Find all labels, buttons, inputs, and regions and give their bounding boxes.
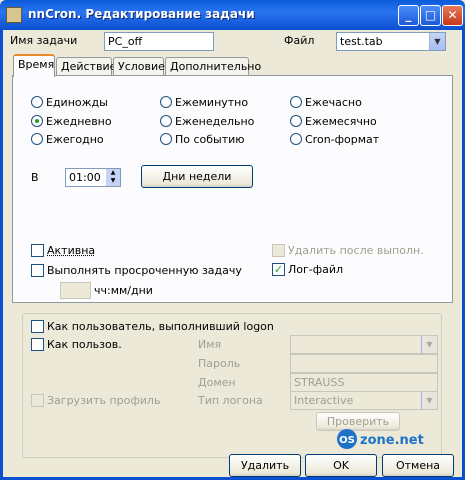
as-logon-checkbox[interactable] bbox=[31, 320, 44, 333]
radio-on-event[interactable] bbox=[160, 133, 172, 145]
log-label: Лог-файл bbox=[288, 263, 344, 276]
radio-hourly[interactable] bbox=[290, 96, 302, 108]
as-user-checkbox[interactable] bbox=[31, 338, 44, 351]
file-select[interactable]: test.tab ▼ bbox=[336, 32, 446, 51]
logo-brand-a: OS bbox=[339, 435, 355, 446]
minimize-button[interactable]: _ bbox=[398, 5, 419, 26]
maximize-button[interactable]: □ bbox=[420, 5, 441, 26]
load-profile-checkbox bbox=[31, 394, 44, 407]
radio-yearly-label: Ежегодно bbox=[46, 133, 104, 146]
window-frame-left bbox=[0, 30, 3, 480]
radio-monthly[interactable] bbox=[290, 115, 302, 127]
time-value: 01:00 bbox=[69, 171, 101, 184]
radio-cron-format-label: Cron-формат bbox=[305, 133, 380, 146]
radio-once-label: Единожды bbox=[46, 96, 108, 109]
domain-label: Домен bbox=[198, 376, 236, 389]
tab-action[interactable]: Действие bbox=[56, 57, 116, 76]
missed-label: Выполнять просроченную задачу bbox=[47, 264, 242, 277]
tab-condition[interactable]: Условие bbox=[113, 57, 165, 76]
close-button[interactable]: ✕ bbox=[442, 5, 463, 26]
domain-input: STRAUSS bbox=[290, 373, 438, 392]
task-name-label: Имя задачи bbox=[10, 34, 78, 47]
name-label: Имя bbox=[198, 338, 222, 351]
ok-button[interactable]: OK bbox=[305, 454, 377, 477]
missed-interval-input bbox=[60, 282, 91, 299]
radio-once[interactable] bbox=[31, 96, 43, 108]
as-user-label: Как пользов. bbox=[47, 338, 122, 351]
window-title: nnCron. Редактирование задачи bbox=[28, 7, 255, 21]
file-select-value: test.tab bbox=[340, 35, 383, 48]
radio-daily-label: Ежедневно bbox=[46, 115, 112, 128]
load-profile-label: Загрузить профиль bbox=[47, 394, 161, 407]
radio-on-event-label: По событию bbox=[175, 133, 245, 146]
user-name-select: ▼ bbox=[290, 335, 438, 354]
active-label: Активна bbox=[47, 244, 96, 257]
as-logon-label: Как пользователь, выполнивший logon bbox=[47, 320, 274, 333]
task-name-input[interactable]: PC_off bbox=[104, 32, 214, 51]
tab-advanced[interactable]: Дополнительно bbox=[165, 57, 261, 76]
app-icon bbox=[6, 7, 22, 23]
radio-hourly-label: Ежечасно bbox=[305, 96, 362, 109]
file-label: Файл bbox=[284, 34, 315, 47]
delete-after-checkbox bbox=[272, 244, 285, 257]
logon-type-label: Тип логона bbox=[198, 394, 263, 407]
chevron-down-icon: ▼ bbox=[421, 392, 437, 409]
logo-brand-b: zone.net bbox=[360, 433, 424, 448]
oszone-logo: OS zone.net bbox=[336, 428, 446, 450]
spin-up-icon[interactable]: ▲ bbox=[106, 169, 120, 177]
chevron-down-icon: ▼ bbox=[421, 336, 437, 353]
logon-type-select: Interactive ▼ bbox=[290, 391, 438, 410]
delete-after-label: Удалить после выполн. bbox=[288, 244, 424, 257]
log-checkbox[interactable]: ✓ bbox=[272, 263, 285, 276]
radio-weekly[interactable] bbox=[160, 115, 172, 127]
radio-monthly-label: Ежемесячно bbox=[305, 115, 377, 128]
delete-button[interactable]: Удалить bbox=[229, 454, 301, 477]
active-checkbox[interactable] bbox=[31, 244, 44, 257]
missed-format-label: чч:мм/дни bbox=[94, 284, 153, 297]
chevron-down-icon[interactable]: ▼ bbox=[429, 33, 445, 50]
password-input bbox=[290, 354, 438, 373]
logon-type-value: Interactive bbox=[294, 394, 354, 407]
weekdays-button[interactable]: Дни недели bbox=[141, 165, 253, 188]
radio-yearly[interactable] bbox=[31, 133, 43, 145]
oszone-logo-graphic: OS zone.net bbox=[337, 429, 424, 449]
spin-down-icon[interactable]: ▼ bbox=[106, 177, 120, 186]
radio-daily[interactable] bbox=[31, 115, 43, 127]
tab-time[interactable]: Время bbox=[13, 54, 55, 77]
radio-cron-format[interactable] bbox=[290, 133, 302, 145]
cancel-button[interactable]: Отмена bbox=[382, 454, 454, 477]
password-label: Пароль bbox=[198, 357, 241, 370]
radio-minutely-label: Ежеминутно bbox=[175, 96, 249, 109]
radio-minutely[interactable] bbox=[160, 96, 172, 108]
missed-checkbox[interactable] bbox=[31, 264, 44, 277]
radio-weekly-label: Еженедельно bbox=[175, 115, 255, 128]
at-label: В bbox=[31, 171, 39, 184]
time-input[interactable]: 01:00 ▲ ▼ bbox=[65, 168, 121, 187]
